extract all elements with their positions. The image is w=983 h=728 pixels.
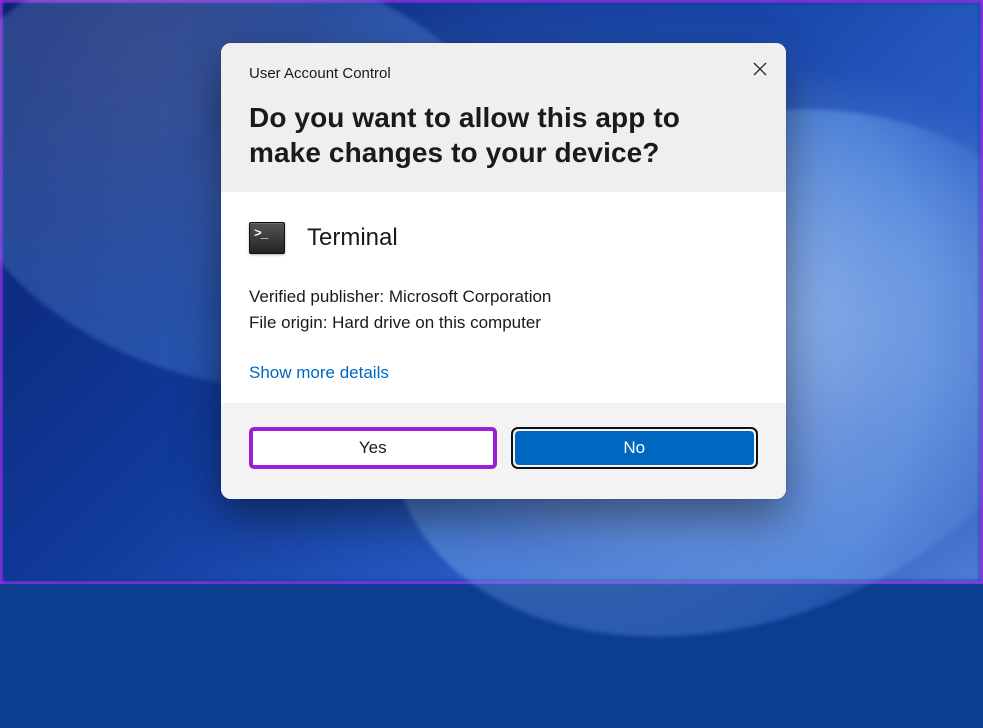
dialog-title-small: User Account Control <box>249 65 758 82</box>
publisher-value: Microsoft Corporation <box>389 287 552 306</box>
publisher-line: Verified publisher: Microsoft Corporatio… <box>249 284 758 310</box>
origin-line: File origin: Hard drive on this computer <box>249 310 758 336</box>
app-info-row: Terminal <box>249 222 758 254</box>
close-icon <box>753 62 767 76</box>
show-more-details-link[interactable]: Show more details <box>249 363 389 383</box>
uac-dialog: User Account Control Do you want to allo… <box>221 43 786 499</box>
no-button[interactable]: No <box>515 431 755 465</box>
origin-label: File origin: <box>249 313 327 332</box>
terminal-icon <box>249 222 285 254</box>
dialog-footer: Yes No <box>221 403 786 499</box>
no-button-focus-ring: No <box>511 427 759 469</box>
origin-value: Hard drive on this computer <box>332 313 541 332</box>
yes-button[interactable]: Yes <box>249 427 497 469</box>
dialog-header: User Account Control Do you want to allo… <box>221 43 786 192</box>
publisher-label: Verified publisher: <box>249 287 384 306</box>
dialog-body: Terminal Verified publisher: Microsoft C… <box>221 192 786 403</box>
app-name: Terminal <box>307 224 398 252</box>
dialog-heading: Do you want to allow this app to make ch… <box>249 100 758 170</box>
close-button[interactable] <box>748 57 772 81</box>
